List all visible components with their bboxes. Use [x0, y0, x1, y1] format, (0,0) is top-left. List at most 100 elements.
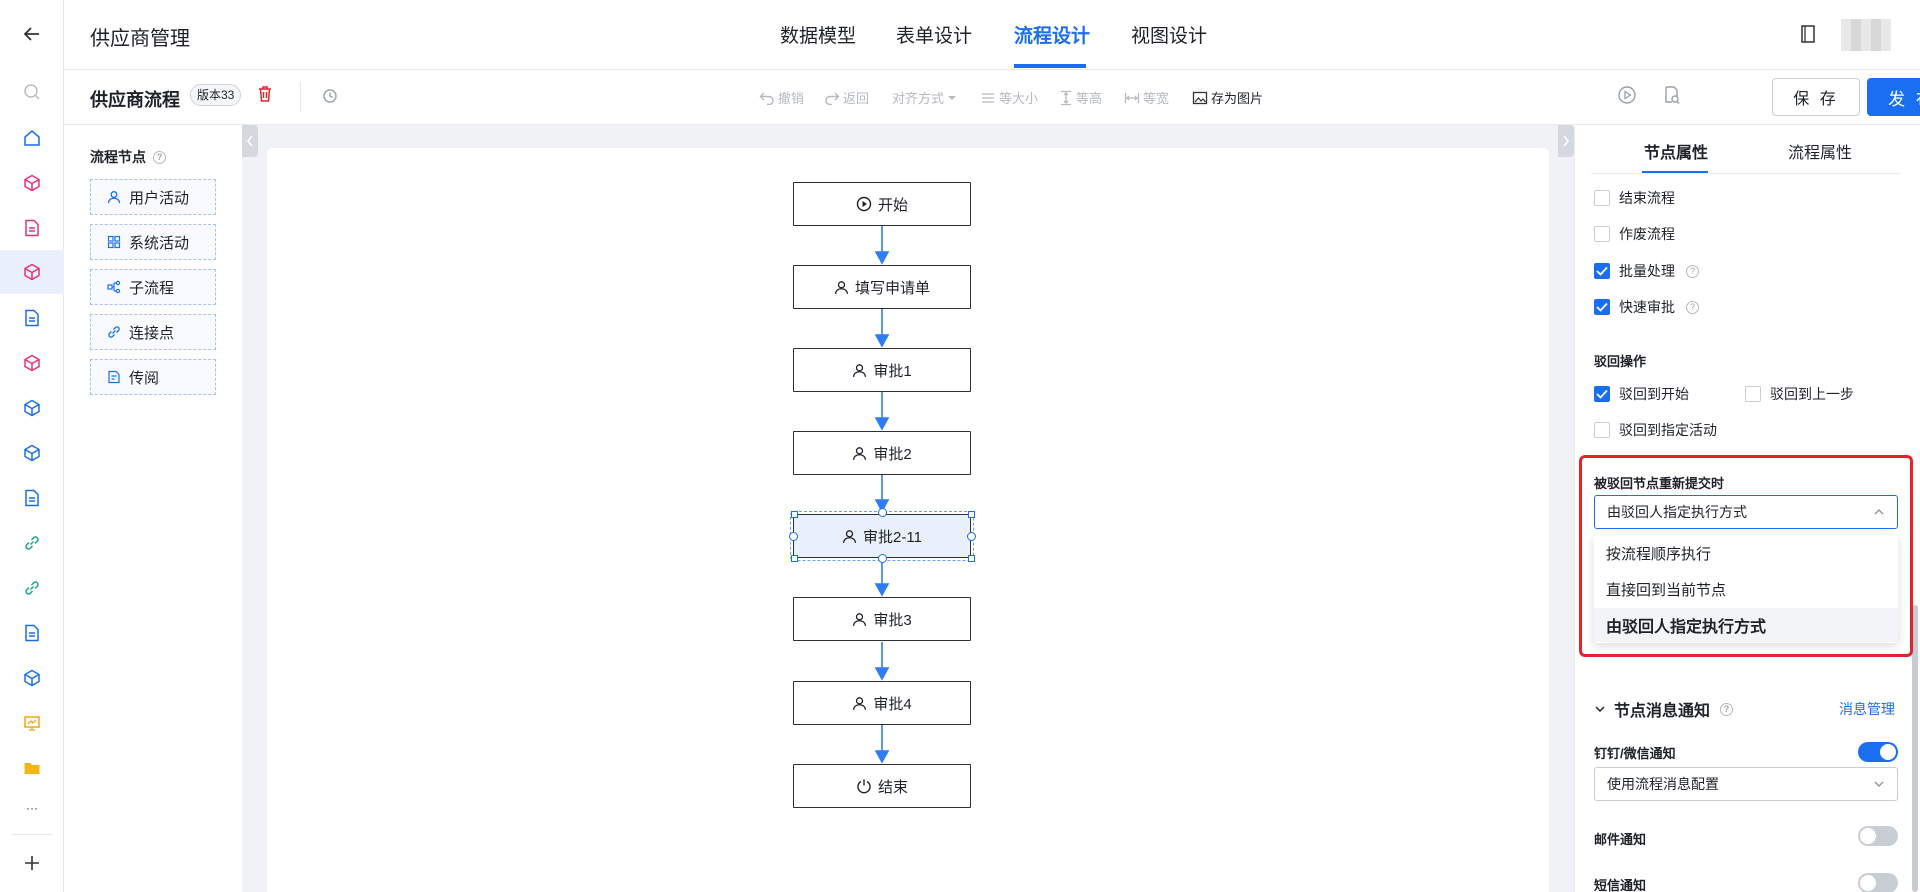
- resubmit-select[interactable]: 由驳回人指定执行方式: [1594, 495, 1898, 529]
- plus-icon[interactable]: [20, 851, 44, 875]
- help-icon[interactable]: ?: [1720, 702, 1734, 716]
- dingtalk-config-select[interactable]: 使用流程消息配置: [1594, 767, 1898, 801]
- tab-flow-design[interactable]: 流程设计: [1014, 21, 1090, 48]
- connection-handle[interactable]: [789, 532, 798, 541]
- dropdown-option[interactable]: 直接回到当前节点: [1594, 572, 1898, 606]
- document-icon[interactable]: [20, 306, 44, 330]
- monitor-icon[interactable]: [20, 711, 44, 735]
- checkbox[interactable]: [1745, 386, 1761, 402]
- undo-button[interactable]: 撤销: [759, 88, 804, 107]
- palette-item-subflow[interactable]: 子流程: [90, 269, 216, 305]
- help-icon[interactable]: ?: [153, 150, 166, 164]
- folder-icon[interactable]: [20, 756, 44, 780]
- palette-item-circulate[interactable]: 传阅: [90, 359, 216, 395]
- resize-handle[interactable]: [968, 511, 975, 518]
- undo-label: 撤销: [778, 91, 805, 106]
- node-label: 审批1: [873, 362, 912, 380]
- search-icon[interactable]: [20, 80, 44, 104]
- align-dropdown[interactable]: 对齐方式: [892, 88, 957, 107]
- palette-item-system-activity[interactable]: 系统活动: [90, 224, 216, 260]
- book-icon[interactable]: [1800, 24, 1816, 49]
- document-icon[interactable]: [20, 486, 44, 510]
- flow-node-start[interactable]: 开始: [793, 182, 971, 226]
- dropdown-option-selected[interactable]: 由驳回人指定执行方式: [1594, 608, 1898, 642]
- checkbox-reject-to-specified[interactable]: 驳回到指定活动: [1594, 420, 1717, 440]
- same-size-button[interactable]: 等大小: [980, 88, 1038, 107]
- connection-handle[interactable]: [878, 508, 887, 517]
- checkbox-end-flow[interactable]: 结束流程: [1594, 188, 1675, 208]
- cube-icon[interactable]: [20, 396, 44, 420]
- resize-handle[interactable]: [791, 511, 798, 518]
- dingtalk-label: 钉钉/微信通知: [1594, 746, 1676, 761]
- help-icon[interactable]: ?: [1686, 300, 1699, 314]
- flow-node-fill-form[interactable]: 填写申请单: [793, 265, 971, 309]
- properties-panel: 节点属性 流程属性 结束流程 作废流程 批量处理 ? 快速审批 ? 驳回操作 驳…: [1574, 125, 1920, 892]
- checkbox-checked[interactable]: [1594, 386, 1610, 402]
- resize-handle[interactable]: [791, 555, 798, 562]
- document-icon[interactable]: [20, 621, 44, 645]
- flow-node-approval-1[interactable]: 审批1: [793, 348, 971, 392]
- checkbox-batch-process[interactable]: 批量处理 ?: [1594, 261, 1699, 281]
- cube-icon[interactable]: [0, 250, 64, 294]
- collapse-right-handle[interactable]: [1558, 125, 1574, 157]
- cube-icon[interactable]: [20, 351, 44, 375]
- tab-data-model[interactable]: 数据模型: [780, 21, 856, 48]
- cube-icon[interactable]: [20, 171, 44, 195]
- home-icon[interactable]: [20, 126, 44, 150]
- same-height-label: 等高: [1076, 91, 1103, 106]
- help-icon[interactable]: ?: [1686, 264, 1699, 278]
- collapse-left-handle[interactable]: [242, 125, 258, 157]
- email-toggle[interactable]: [1858, 826, 1898, 846]
- palette-item-connector[interactable]: 连接点: [90, 314, 216, 350]
- connection-handle[interactable]: [878, 554, 887, 563]
- checkbox[interactable]: [1594, 422, 1610, 438]
- save-image-button[interactable]: 存为图片: [1192, 88, 1263, 107]
- checkbox[interactable]: [1594, 190, 1610, 206]
- document-icon[interactable]: [20, 216, 44, 240]
- checkbox-void-flow[interactable]: 作废流程: [1594, 224, 1675, 244]
- sms-toggle[interactable]: [1858, 873, 1898, 892]
- checkbox-checked[interactable]: [1594, 263, 1610, 279]
- flow-node-approval-4[interactable]: 审批4: [793, 681, 971, 725]
- checkbox-reject-to-start[interactable]: 驳回到开始: [1594, 384, 1689, 404]
- more-icon[interactable]: ···: [20, 796, 44, 820]
- avatar[interactable]: [1841, 19, 1891, 51]
- cube-icon[interactable]: [20, 666, 44, 690]
- history-icon[interactable]: [322, 88, 338, 109]
- trash-icon[interactable]: [256, 85, 274, 108]
- connection-handle[interactable]: [967, 532, 976, 541]
- checkbox-reject-to-previous[interactable]: 驳回到上一步: [1745, 384, 1854, 404]
- tab-form-design[interactable]: 表单设计: [896, 21, 972, 48]
- dropdown-option[interactable]: 按流程顺序执行: [1594, 536, 1898, 570]
- tab-flow-properties[interactable]: 流程属性: [1788, 139, 1852, 163]
- checkbox-quick-approve[interactable]: 快速审批 ?: [1594, 297, 1699, 317]
- panel-scrollbar[interactable]: [1912, 605, 1918, 892]
- cube-icon[interactable]: [20, 441, 44, 465]
- checkbox-checked[interactable]: [1594, 299, 1610, 315]
- same-width-button[interactable]: 等宽: [1124, 88, 1169, 107]
- tab-view-design[interactable]: 视图设计: [1131, 21, 1207, 48]
- version-badge[interactable]: 版本33: [190, 84, 242, 106]
- link-icon[interactable]: [20, 531, 44, 555]
- play-icon[interactable]: [1617, 85, 1637, 110]
- tab-node-properties[interactable]: 节点属性: [1644, 139, 1708, 163]
- same-width-label: 等宽: [1143, 91, 1170, 106]
- checkbox[interactable]: [1594, 226, 1610, 242]
- flow-node-approval-2[interactable]: 审批2: [793, 431, 971, 475]
- save-button[interactable]: 保 存: [1772, 78, 1860, 116]
- link-icon[interactable]: [20, 576, 44, 600]
- redo-button[interactable]: 返回: [824, 88, 869, 107]
- arrow-left-icon[interactable]: [20, 22, 44, 46]
- flow-node-approval-2-11[interactable]: 审批2-11: [790, 511, 974, 561]
- notify-section-header[interactable]: 节点消息通知 ?: [1594, 697, 1734, 721]
- grid-icon: [107, 235, 121, 249]
- message-manage-link[interactable]: 消息管理: [1839, 699, 1895, 719]
- dingtalk-toggle[interactable]: [1858, 742, 1898, 762]
- same-height-button[interactable]: 等高: [1059, 88, 1102, 107]
- resize-handle[interactable]: [968, 555, 975, 562]
- palette-item-user-activity[interactable]: 用户活动: [90, 179, 216, 215]
- preview-icon[interactable]: [1663, 85, 1681, 110]
- flow-node-end[interactable]: 结束: [793, 764, 971, 808]
- flow-node-approval-3[interactable]: 审批3: [793, 597, 971, 641]
- publish-button[interactable]: 发 布: [1867, 78, 1920, 116]
